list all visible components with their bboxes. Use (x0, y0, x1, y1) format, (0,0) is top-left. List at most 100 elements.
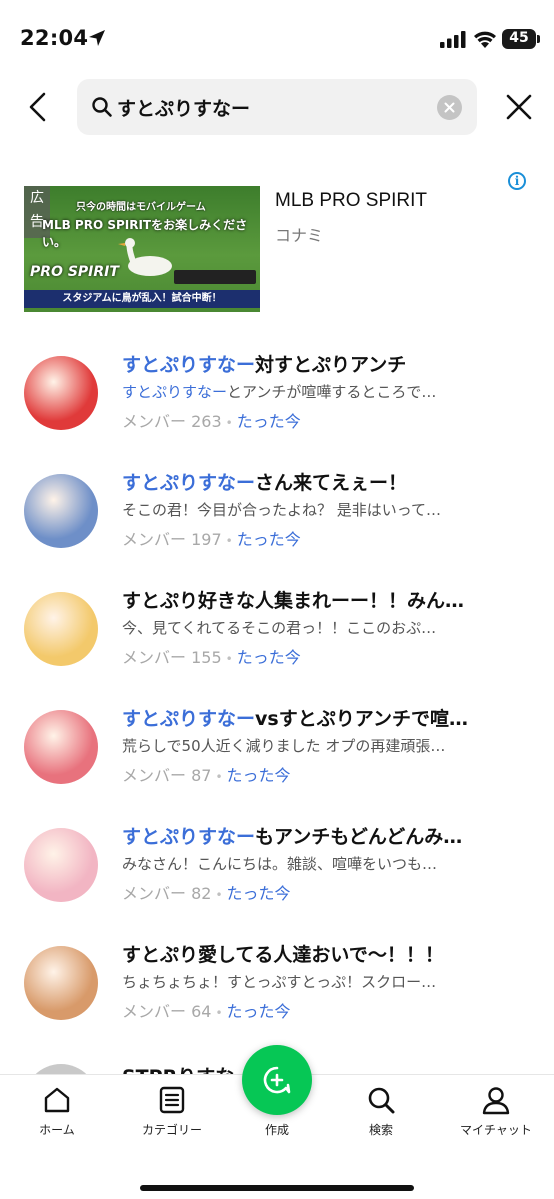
result-title-highlight: すとぷりすなー (122, 472, 256, 494)
result-description: そこの君！今目が合ったよね？ 是非はいって… (122, 499, 522, 520)
close-button[interactable] (500, 88, 538, 126)
result-title-text: すとぷり好きな人集まれーー！！みん… (122, 590, 465, 612)
nav-create-label: 作成 (264, 1123, 289, 1137)
status-time: 22:04 (20, 26, 89, 50)
community-avatar (24, 356, 98, 430)
result-title: すとぷりすなー対すとぷりアンチ (122, 350, 522, 377)
community-avatar (24, 946, 98, 1020)
battery-cap (537, 35, 540, 43)
ad-image-logo: PRO SPIRIT (30, 264, 119, 280)
ad-image-banner: スタジアムに鳥が乱入！試合中断！ (24, 290, 260, 308)
search-icon (368, 1087, 395, 1114)
result-row[interactable]: すとぷり愛してる人達おいで〜！！！ ちょちょちょ！すとっぷすとっぷ！スクロー… メン… (0, 940, 554, 1050)
nav-home-label: ホーム (39, 1123, 75, 1137)
back-button[interactable] (20, 87, 56, 127)
meta-separator: • (225, 534, 233, 548)
result-row[interactable]: すとぷりすなーもアンチもどんどんみ… みなさん！こんにちは。雑談、喧嘩をいつも… メ… (0, 822, 554, 932)
result-desc-text: そこの君！今目が合ったよね？ 是非はいって… (122, 501, 442, 519)
nav-category-label: カテゴリー (141, 1123, 202, 1137)
clear-search-button[interactable] (437, 95, 462, 120)
result-desc-text: とアンチが喧嘩するところで… (227, 383, 437, 401)
nav-mychat[interactable]: マイチャット (441, 1085, 551, 1145)
create-fab-button[interactable] (242, 1045, 312, 1115)
result-description: すとぷりすなーとアンチが喧嘩するところで… (122, 381, 522, 402)
back-chevron-icon (29, 92, 46, 122)
last-active-time: たった今 (226, 766, 291, 785)
result-title: すとぷりすなーさん来てえぇー！ (122, 468, 522, 495)
result-row[interactable]: すとぷりすなーvsすとぷりアンチで喧… 荒らしで50人近く減りました オプの再建頑… (0, 704, 554, 814)
meta-separator: • (215, 888, 223, 902)
result-meta: メンバー 64 • たった今 (122, 998, 291, 1022)
last-active-time: たった今 (236, 412, 301, 431)
meta-separator: • (215, 1006, 223, 1020)
member-count: メンバー 263 (122, 412, 222, 431)
info-icon[interactable]: i (508, 172, 526, 190)
result-title: すとぷりすなーもアンチもどんどんみ… (122, 822, 522, 849)
status-bar: 22:04 45 (0, 0, 554, 78)
nav-mychat-label: マイチャット (460, 1123, 532, 1137)
result-meta: メンバー 87 • たった今 (122, 762, 291, 786)
chat-plus-icon (263, 1066, 291, 1094)
duck-illustration (118, 238, 172, 276)
last-active-time: たった今 (236, 530, 301, 549)
result-meta: メンバー 82 • たった今 (122, 880, 291, 904)
result-meta: メンバー 197 • たった今 (122, 526, 301, 550)
result-description: 今、見てくれてるそこの君っ！！ここのおぷ… (122, 617, 522, 638)
ad-image-scoreboard (174, 270, 256, 284)
result-title-text: もアンチもどんどんみ… (255, 826, 463, 848)
result-desc-text: 今、見てくれてるそこの君っ！！ここのおぷ… (122, 619, 437, 637)
nav-search-label: 検索 (368, 1123, 393, 1137)
last-active-time: たった今 (236, 648, 301, 667)
result-title-highlight: すとぷりすなー (122, 354, 256, 376)
battery-icon: 45 (502, 29, 540, 49)
ad-sponsor: コナミ (275, 226, 324, 245)
result-title-text: vsすとぷりアンチで喧… (255, 708, 468, 730)
member-count: メンバー 197 (122, 530, 222, 549)
meta-separator: • (215, 770, 223, 784)
nav-home[interactable]: ホーム (2, 1085, 112, 1145)
community-avatar (24, 474, 98, 548)
clear-icon (444, 102, 455, 113)
community-avatar (24, 592, 98, 666)
search-icon (92, 97, 112, 117)
community-avatar (24, 828, 98, 902)
close-x-icon (506, 94, 532, 120)
nav-category[interactable]: カテゴリー (117, 1085, 227, 1145)
battery-level: 45 (509, 30, 529, 46)
result-desc-text: ちょちょちょ！すとっぷすとっぷ！スクロー… (122, 973, 437, 991)
result-title-text: すとぷり愛してる人達おいで〜！！！ (122, 944, 444, 966)
result-meta: メンバー 263 • たった今 (122, 408, 301, 432)
member-count: メンバー 64 (122, 1002, 212, 1021)
result-desc-text: みなさん！こんにちは。雑談、喧嘩をいつも… (122, 855, 438, 873)
search-input[interactable] (117, 92, 417, 122)
nav-search[interactable]: 検索 (326, 1085, 436, 1145)
search-bar[interactable] (77, 79, 477, 135)
person-icon (482, 1087, 510, 1115)
result-title: すとぷりすなーvsすとぷりアンチで喧… (122, 704, 522, 731)
ad-image[interactable]: 広告 只今の時間はモバイルゲーム MLB PRO SPIRITをお楽しみください… (24, 186, 260, 312)
member-count: メンバー 87 (122, 766, 212, 785)
result-row[interactable]: すとぷり好きな人集まれーー！！みん… 今、見てくれてるそこの君っ！！ここのおぷ… メ… (0, 586, 554, 696)
ad-title[interactable]: MLB PRO SPIRIT (275, 190, 427, 212)
result-title-highlight: すとぷりすなー (122, 826, 256, 848)
result-description: 荒らしで50人近く減りました オプの再建頑張… (122, 735, 522, 756)
home-icon (44, 1087, 70, 1113)
last-active-time: たった今 (226, 1002, 291, 1021)
ad-image-caption: 只今の時間はモバイルゲーム (76, 202, 206, 213)
ad-banner[interactable]: 広告 只今の時間はモバイルゲーム MLB PRO SPIRITをお楽しみください… (24, 172, 534, 312)
cellular-signal-icon (440, 31, 466, 48)
result-title: すとぷり好きな人集まれーー！！みん… (122, 586, 522, 613)
result-description: みなさん！こんにちは。雑談、喧嘩をいつも… (122, 853, 522, 874)
member-count: メンバー 155 (122, 648, 222, 667)
result-description: ちょちょちょ！すとっぷすとっぷ！スクロー… (122, 971, 522, 992)
wifi-icon (474, 31, 496, 48)
result-title-highlight: すとぷりすなー (122, 708, 256, 730)
location-arrow-icon (89, 30, 105, 46)
result-title-text: さん来てえぇー！ (255, 472, 408, 494)
result-row[interactable]: すとぷりすなーさん来てえぇー！ そこの君！今目が合ったよね？ 是非はいって… メンバ… (0, 468, 554, 578)
member-count: メンバー 82 (122, 884, 212, 903)
result-meta: メンバー 155 • たった今 (122, 644, 301, 668)
result-title-text: 対すとぷりアンチ (255, 354, 407, 376)
result-row[interactable]: すとぷりすなー対すとぷりアンチ すとぷりすなーとアンチが喧嘩するところで… メンバー… (0, 350, 554, 460)
result-title: すとぷり愛してる人達おいで〜！！！ (122, 940, 522, 967)
